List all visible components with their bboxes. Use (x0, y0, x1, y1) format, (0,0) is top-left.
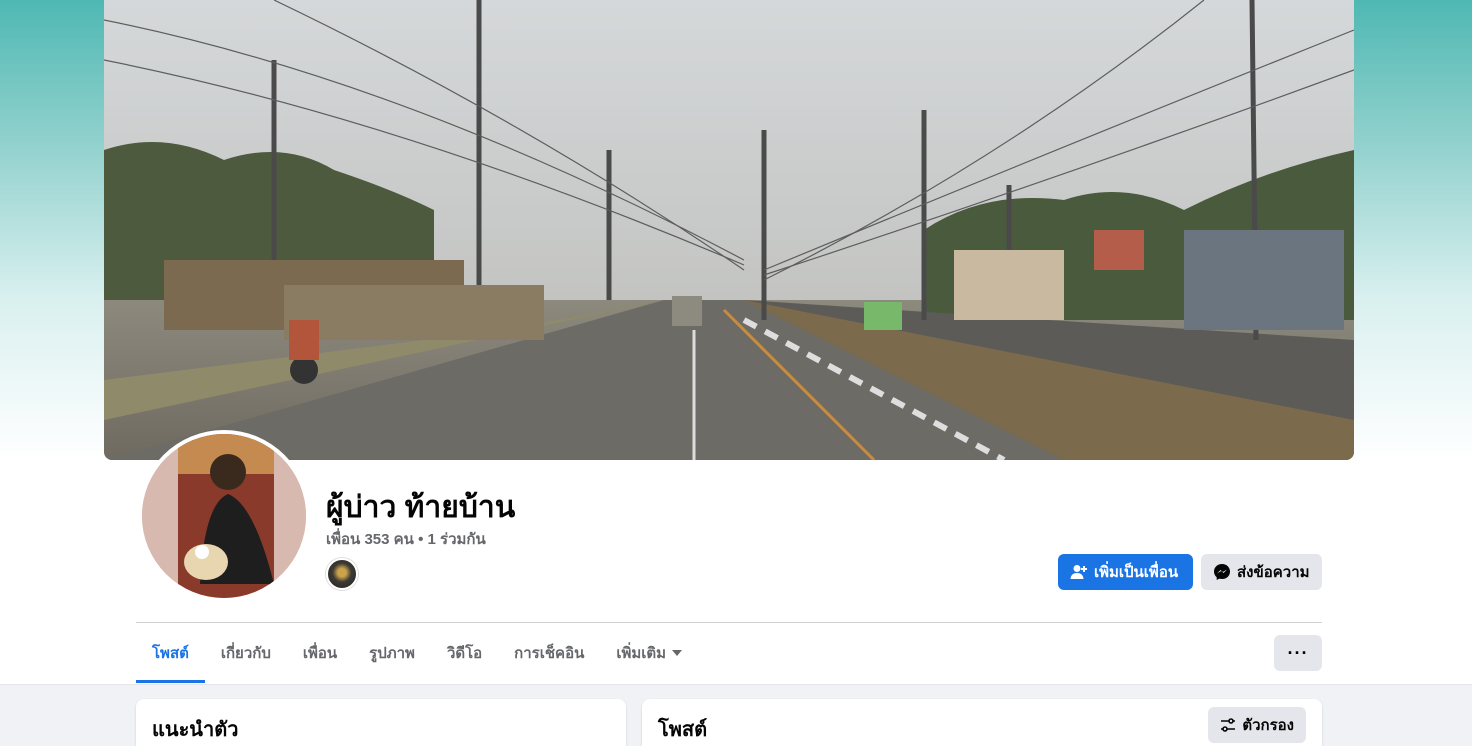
more-dots-icon: ··· (1287, 642, 1309, 663)
tab-videos[interactable]: วิดีโอ (431, 623, 498, 683)
tab-more[interactable]: เพิ่มเติม (600, 623, 698, 683)
cover-photo-image (104, 0, 1354, 460)
more-options-button[interactable]: ··· (1274, 635, 1322, 671)
add-friend-icon (1070, 565, 1087, 579)
messenger-icon (1214, 564, 1230, 580)
cover-photo[interactable] (104, 0, 1354, 460)
intro-card: แนะนำตัว (136, 699, 626, 746)
tab-videos-label: วิดีโอ (446, 645, 483, 662)
posts-card-title: โพสต์ (658, 719, 708, 741)
tab-friends[interactable]: เพื่อน (287, 623, 353, 683)
tab-friends-label: เพื่อน (302, 645, 338, 662)
add-friend-button[interactable]: เพิ่มเป็นเพื่อน (1058, 554, 1193, 590)
tab-photos-label: รูปภาพ (369, 645, 415, 662)
mutual-friend-avatar[interactable] (326, 558, 358, 590)
tab-photos[interactable]: รูปภาพ (353, 623, 431, 683)
filter-icon (1221, 718, 1236, 732)
intro-card-title: แนะนำตัว (152, 719, 239, 741)
tab-more-label: เพิ่มเติม (616, 645, 667, 662)
tab-posts-label: โพสต์ (152, 645, 189, 662)
profile-tabs: โพสต์ เกี่ยวกับ เพื่อน รูปภาพ วิดีโอ การ… (136, 623, 698, 683)
profile-picture[interactable] (138, 430, 310, 602)
caret-down-icon (672, 650, 683, 656)
posts-card: โพสต์ ตัวกรอง (642, 699, 1322, 746)
filter-button[interactable]: ตัวกรอง (1208, 707, 1306, 743)
add-friend-label: เพิ่มเป็นเพื่อน (1094, 564, 1179, 581)
friends-count[interactable]: เพื่อน 353 คน • 1 ร่วมกัน (326, 527, 486, 551)
tab-checkins-label: การเช็คอิน (514, 645, 585, 662)
tab-about-label: เกี่ยวกับ (220, 645, 271, 662)
tab-checkins[interactable]: การเช็คอิน (498, 623, 600, 683)
tab-posts[interactable]: โพสต์ (136, 623, 205, 683)
message-button[interactable]: ส่งข้อความ (1201, 554, 1322, 590)
message-label: ส่งข้อความ (1237, 564, 1310, 581)
filter-label: ตัวกรอง (1242, 717, 1294, 734)
tab-about[interactable]: เกี่ยวกับ (205, 623, 287, 683)
profile-name: ผู้บ่าว ท้ายบ้าน (326, 491, 516, 524)
profile-picture-image (142, 434, 306, 598)
